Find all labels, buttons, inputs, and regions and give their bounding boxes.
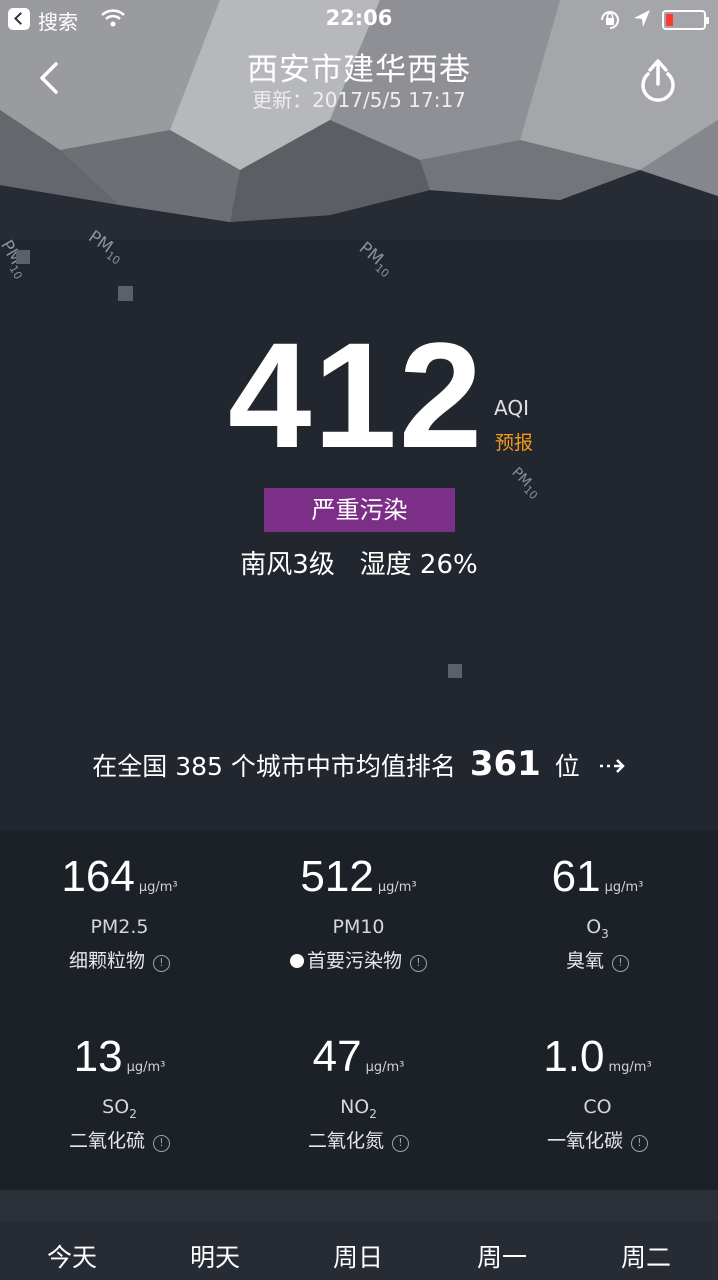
pollutant-name: 二氧化氮! — [239, 1126, 478, 1153]
info-icon[interactable]: ! — [392, 1135, 409, 1152]
pollutant-value: 164 — [61, 852, 135, 901]
pollutant-code: PM2.5 — [90, 916, 149, 938]
pollutant-card[interactable]: 512 μg/m³ PM10 首要污染物! — [239, 830, 478, 1010]
pollutant-card[interactable]: 13 μg/m³ SO2 二氧化硫! — [0, 1010, 239, 1190]
divider — [0, 1190, 718, 1222]
pollutant-code: NO2 — [340, 1096, 377, 1121]
info-icon[interactable]: ! — [631, 1135, 648, 1152]
battery-level — [666, 14, 673, 26]
battery-icon — [662, 10, 709, 30]
forecast-tab-bar: 今天 明天 周日 周一 周二 — [0, 1222, 718, 1280]
location-icon — [634, 10, 650, 27]
forecast-tab[interactable]: 今天 — [0, 1238, 144, 1274]
arrow-right-icon — [599, 759, 625, 773]
pollutant-code: SO2 — [102, 1096, 137, 1121]
forecast-tab[interactable]: 周二 — [574, 1238, 718, 1274]
ranking-suffix: 位 — [554, 752, 580, 781]
floating-particle — [118, 286, 133, 301]
city-ranking-link[interactable]: 在全国 385 个城市中市均值排名 361 位 — [0, 744, 718, 784]
pollutant-code: PM10 — [332, 916, 385, 938]
floating-pm10-label: PM10 — [354, 238, 392, 281]
pollutant-code: O3 — [586, 916, 609, 941]
info-icon[interactable]: ! — [410, 955, 427, 972]
pollutant-name: 二氧化硫! — [0, 1126, 239, 1153]
status-bar: 搜索 22:06 — [0, 0, 718, 40]
floating-pm10-label: PM10 — [508, 464, 541, 503]
pollutant-value: 1.0 — [543, 1032, 605, 1081]
forecast-label: 预报 — [495, 432, 534, 454]
pollutant-name: 首要污染物! — [239, 946, 478, 973]
pollutant-unit: μg/m³ — [365, 1060, 405, 1075]
floating-particle — [448, 664, 462, 678]
floating-particle — [16, 250, 30, 264]
pollutant-unit: μg/m³ — [377, 880, 417, 895]
info-icon[interactable]: ! — [612, 955, 629, 972]
info-icon[interactable]: ! — [153, 955, 170, 972]
pollutant-name: 一氧化碳! — [478, 1126, 717, 1153]
pollutant-name: 细颗粒物! — [0, 946, 239, 973]
pollutant-value: 13 — [73, 1032, 123, 1081]
pollutant-unit: mg/m³ — [608, 1060, 652, 1075]
pollutant-unit: μg/m³ — [138, 880, 178, 895]
page-title: 西安市建华西巷 — [247, 52, 471, 88]
pollutant-grid: 164 μg/m³ PM2.5 细颗粒物! 512 μg/m³ PM10 首要污染物! 61 μg… — [0, 830, 718, 1190]
aqi-value: 412 — [228, 311, 485, 479]
pollutant-name: 臭氧! — [478, 946, 717, 973]
pollution-level-badge: 严重污染 — [264, 488, 455, 532]
orientation-lock-icon — [601, 11, 619, 29]
pollutant-unit: μg/m³ — [604, 880, 644, 895]
pollutant-value: 61 — [551, 852, 601, 901]
forecast-tab[interactable]: 周一 — [430, 1238, 574, 1274]
pollutant-value: 512 — [300, 852, 374, 901]
aqi-label: AQI — [494, 396, 529, 420]
pollutant-card[interactable]: 164 μg/m³ PM2.5 细颗粒物! — [0, 830, 239, 1010]
weather-info: 南风3级 湿度 26% — [0, 544, 718, 581]
info-icon[interactable]: ! — [153, 1135, 170, 1152]
update-time: 更新：2017/5/5 17:17 — [252, 88, 466, 112]
pollutant-value: 47 — [312, 1032, 362, 1081]
pollutant-card[interactable]: 47 μg/m³ NO2 二氧化氮! — [239, 1010, 478, 1190]
forecast-tab[interactable]: 周日 — [286, 1238, 430, 1274]
primary-pollutant-dot-icon — [289, 954, 304, 968]
pollutant-code: CO — [583, 1096, 612, 1118]
wind-text: 南风3级 — [240, 550, 335, 580]
humidity-text: 湿度 26% — [359, 550, 478, 580]
pollutant-card[interactable]: 61 μg/m³ O3 臭氧! — [478, 830, 717, 1010]
share-button[interactable] — [636, 56, 680, 102]
ranking-number: 361 — [469, 744, 541, 784]
pollutant-unit: μg/m³ — [126, 1060, 166, 1075]
ranking-prefix: 在全国 385 个城市中市均值排名 — [92, 752, 456, 781]
pollutant-card[interactable]: 1.0 mg/m³ CO 一氧化碳! — [478, 1010, 717, 1190]
forecast-tab[interactable]: 明天 — [143, 1238, 287, 1274]
